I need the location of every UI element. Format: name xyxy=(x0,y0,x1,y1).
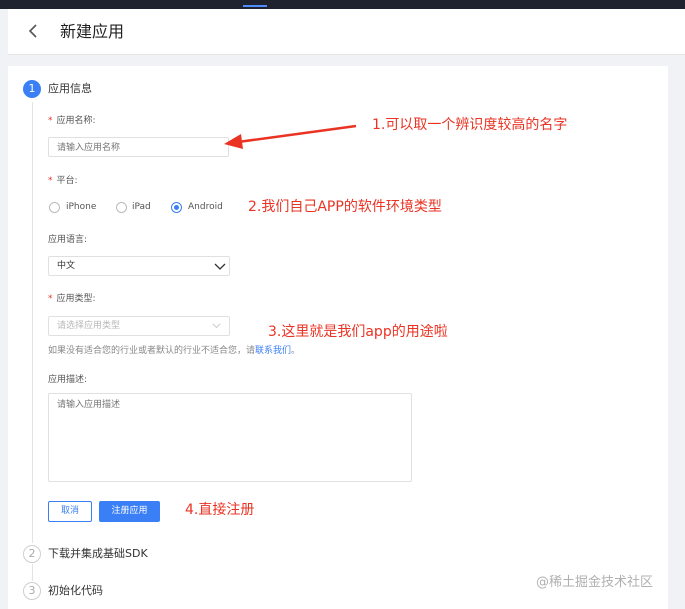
watermark: @稀土掘金技术社区 xyxy=(536,575,654,590)
annotation-2: 2.我们自己APP的软件环境类型 xyxy=(248,199,442,215)
annotation-3: 3.这里就是我们app的用途啦 xyxy=(268,324,448,340)
annotation-4: 4.直接注册 xyxy=(185,502,255,518)
annotation-1: 1.可以取一个辨识度较高的名字 xyxy=(372,117,568,133)
annotation-arrow xyxy=(224,124,357,149)
